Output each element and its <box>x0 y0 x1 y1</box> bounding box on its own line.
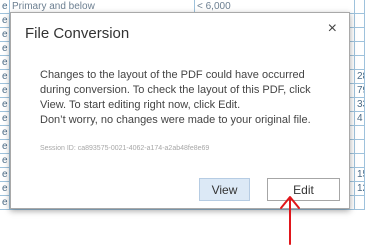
sheet-cell: e <box>0 84 10 98</box>
sheet-cell: e <box>0 42 10 56</box>
screenshot-stage: ePrimary and below< 6,000eeeee28e79e33e4… <box>0 0 365 245</box>
sheet-cell: e <box>0 28 10 42</box>
message-line: during conversion. To check the layout o… <box>40 84 311 96</box>
sheet-cell: 12 <box>355 182 365 196</box>
sheet-cell: e <box>0 196 10 210</box>
sheet-cell <box>355 14 365 28</box>
sheet-cell: e <box>0 126 10 140</box>
sheet-cell: e <box>0 168 10 182</box>
annotation-arrow-icon <box>280 196 300 245</box>
view-button[interactable]: View <box>199 178 250 201</box>
sheet-cell: e <box>0 0 10 14</box>
sheet-cell: e <box>0 140 10 154</box>
message-line: Changes to the layout of the PDF could h… <box>40 69 305 81</box>
sheet-cell: 28 <box>355 70 365 84</box>
sheet-cell: 79 <box>355 84 365 98</box>
sheet-cell <box>355 140 365 154</box>
sheet-cell: e <box>0 112 10 126</box>
dialog-message: Changes to the layout of the PDF could h… <box>40 68 340 128</box>
sheet-cell: e <box>0 182 10 196</box>
session-id: Session ID: ca893575-0021-4062-a174-a2ab… <box>40 145 210 152</box>
sheet-cell <box>355 126 365 140</box>
sheet-cell: 33 <box>355 98 365 112</box>
sheet-cell <box>355 28 365 42</box>
sheet-cell: 15 <box>355 168 365 182</box>
sheet-cell: e <box>0 70 10 84</box>
message-line: Don’t worry, no changes were made to you… <box>40 114 311 126</box>
sheet-cell: e <box>0 56 10 70</box>
sheet-cell: e <box>0 98 10 112</box>
sheet-cell: e <box>0 14 10 28</box>
sheet-cell <box>355 0 365 14</box>
dialog-title: File Conversion <box>25 25 130 42</box>
close-icon[interactable]: × <box>328 21 337 37</box>
sheet-cell: e <box>0 154 10 168</box>
file-conversion-dialog: File Conversion × Changes to the layout … <box>10 12 350 209</box>
sheet-cell <box>355 42 365 56</box>
sheet-cell: 4 <box>355 112 365 126</box>
sheet-cell <box>355 196 365 210</box>
sheet-cell <box>355 56 365 70</box>
sheet-cell <box>355 154 365 168</box>
message-line: View. To start editing right now, click … <box>40 99 241 111</box>
